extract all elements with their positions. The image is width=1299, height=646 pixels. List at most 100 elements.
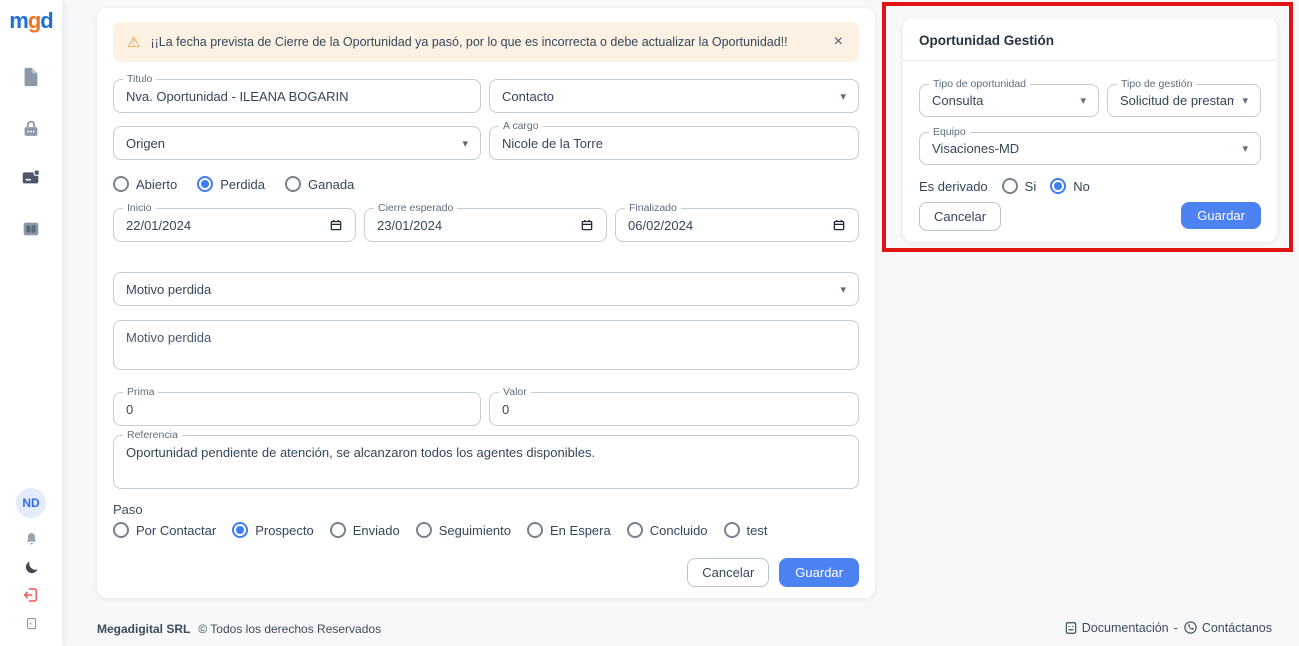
radio-circle xyxy=(113,176,129,192)
calendar-icon[interactable] xyxy=(832,218,846,232)
radio-perdida[interactable]: Perdida xyxy=(197,176,265,192)
radio-en-espera[interactable]: En Espera xyxy=(527,522,611,538)
a-cargo-value: Nicole de la Torre xyxy=(502,136,846,151)
catalog-nav-icon[interactable] xyxy=(18,216,44,242)
radio-circle xyxy=(1050,178,1066,194)
equipo-select[interactable]: Equipo Visaciones-MD ▾ xyxy=(919,132,1261,165)
es-derivado-radio-group: Es derivado Si No xyxy=(919,178,1090,194)
chevron-down-icon: ▾ xyxy=(840,283,846,296)
form-actions: Cancelar Guardar xyxy=(687,558,859,587)
radio-circle xyxy=(197,176,213,192)
contact-link[interactable]: Contáctanos xyxy=(1183,620,1272,635)
cancel-button[interactable]: Cancelar xyxy=(687,558,769,587)
footer-links: Documentación - Contáctanos xyxy=(1064,620,1272,635)
radio-prospecto[interactable]: Prospecto xyxy=(232,522,314,538)
valor-field[interactable]: Valor 0 xyxy=(489,392,859,426)
radio-circle xyxy=(285,176,301,192)
panel-title: Oportunidad Gestión xyxy=(903,18,1277,61)
radio-por-contactar[interactable]: Por Contactar xyxy=(113,522,216,538)
warning-icon: ⚠ xyxy=(127,35,140,50)
referencia-textarea[interactable]: Referencia Oportunidad pendiente de aten… xyxy=(113,435,859,489)
calendar-icon[interactable] xyxy=(329,218,343,232)
chevron-down-icon: ▾ xyxy=(1242,142,1248,155)
es-derivado-label: Es derivado xyxy=(919,179,988,194)
documents-nav-icon[interactable] xyxy=(18,64,44,90)
whatsapp-icon xyxy=(1183,620,1198,635)
warning-banner: ⚠ ¡¡La fecha prevista de Cierre de la Op… xyxy=(113,22,859,62)
estado-radio-group: Abierto Perdida Ganada xyxy=(113,176,354,192)
lock-icon xyxy=(20,118,42,140)
wallet-icon xyxy=(20,166,42,188)
screen: mgd xyxy=(0,0,1299,646)
radio-enviado[interactable]: Enviado xyxy=(330,522,400,538)
footer-separator: - xyxy=(1174,621,1178,635)
opportunity-form-card: ⚠ ¡¡La fecha prevista de Cierre de la Op… xyxy=(97,8,875,598)
titulo-value: Nva. Oportunidad - ILEANA BOGARIN xyxy=(126,89,468,104)
file-icon xyxy=(20,66,42,88)
radio-test[interactable]: test xyxy=(724,522,768,538)
dark-mode-toggle[interactable] xyxy=(20,556,42,578)
radio-circle xyxy=(1002,178,1018,194)
footer-copyright: Megadigital SRL © Todos los derechos Res… xyxy=(97,622,381,636)
inicio-date-field[interactable]: Inicio 22/01/2024 xyxy=(113,208,356,242)
close-icon[interactable]: × xyxy=(832,33,845,51)
sidebar: mgd xyxy=(0,0,62,646)
radio-no[interactable]: No xyxy=(1050,178,1090,194)
cierre-esperado-date-field[interactable]: Cierre esperado 23/01/2024 xyxy=(364,208,607,242)
documentation-link[interactable]: Documentación xyxy=(1064,621,1169,635)
bell-icon xyxy=(23,531,40,548)
radio-circle xyxy=(330,522,346,538)
red-annotation-rect: Oportunidad Gestión Tipo de oportunidad … xyxy=(882,2,1293,252)
motivo-perdida-textarea[interactable]: Motivo perdida xyxy=(113,320,859,370)
finalizado-date-field[interactable]: Finalizado 06/02/2024 xyxy=(615,208,859,242)
security-nav-icon[interactable] xyxy=(18,116,44,142)
moon-icon xyxy=(23,559,40,576)
radio-circle xyxy=(527,522,543,538)
notifications-button[interactable] xyxy=(20,528,42,550)
origen-select[interactable]: Origen ▾ xyxy=(113,126,481,160)
contacto-placeholder: Contacto xyxy=(502,89,832,104)
tipo-gestion-select[interactable]: Tipo de gestión Solicitud de prestamo ▾ xyxy=(1107,84,1261,117)
documentation-icon xyxy=(1064,621,1078,635)
footer-brand: Megadigital SRL xyxy=(97,622,190,636)
chevron-down-icon: ▾ xyxy=(840,90,846,103)
radio-seguimiento[interactable]: Seguimiento xyxy=(416,522,511,538)
save-button[interactable]: Guardar xyxy=(779,558,859,587)
panel-save-button[interactable]: Guardar xyxy=(1181,202,1261,229)
panel-cancel-button[interactable]: Cancelar xyxy=(919,202,1001,231)
radio-ganada[interactable]: Ganada xyxy=(285,176,354,192)
radio-circle xyxy=(113,522,129,538)
radio-concluido[interactable]: Concluido xyxy=(627,522,708,538)
radio-abierto[interactable]: Abierto xyxy=(113,176,177,192)
titulo-label: Titulo xyxy=(123,73,156,85)
chevron-down-icon: ▾ xyxy=(1242,94,1248,107)
logout-button[interactable] xyxy=(20,584,42,606)
logout-icon xyxy=(22,586,40,604)
motivo-perdida-select[interactable]: Motivo perdida ▾ xyxy=(113,272,859,306)
radio-si[interactable]: Si xyxy=(1002,178,1037,194)
user-avatar[interactable]: ND xyxy=(16,488,46,518)
titulo-field[interactable]: Titulo Nva. Oportunidad - ILEANA BOGARIN xyxy=(113,79,481,113)
payments-nav-icon[interactable] xyxy=(18,164,44,190)
paso-radio-group: Por Contactar Prospecto Enviado Seguimie… xyxy=(113,522,768,538)
radio-circle xyxy=(627,522,643,538)
radio-circle xyxy=(724,522,740,538)
contacto-select[interactable]: Contacto ▾ xyxy=(489,79,859,113)
prima-field[interactable]: Prima 0 xyxy=(113,392,481,426)
panel-toggle-button[interactable] xyxy=(20,612,42,634)
warning-text: ¡¡La fecha prevista de Cierre de la Opor… xyxy=(150,35,821,49)
app-logo: mgd xyxy=(9,10,52,32)
radio-circle xyxy=(232,522,248,538)
tipo-oportunidad-select[interactable]: Tipo de oportunidad Consulta ▾ xyxy=(919,84,1099,117)
radio-circle xyxy=(416,522,432,538)
book-icon xyxy=(20,218,42,240)
a-cargo-label: A cargo xyxy=(499,120,543,132)
gestion-panel-card: Oportunidad Gestión Tipo de oportunidad … xyxy=(903,18,1277,242)
footer-rights: © Todos los derechos Reservados xyxy=(198,622,381,636)
calendar-icon[interactable] xyxy=(580,218,594,232)
paso-label: Paso xyxy=(113,502,143,517)
door-icon xyxy=(24,616,39,631)
a-cargo-field[interactable]: A cargo Nicole de la Torre xyxy=(489,126,859,160)
chevron-down-icon: ▾ xyxy=(1080,94,1086,107)
chevron-down-icon: ▾ xyxy=(462,137,468,150)
